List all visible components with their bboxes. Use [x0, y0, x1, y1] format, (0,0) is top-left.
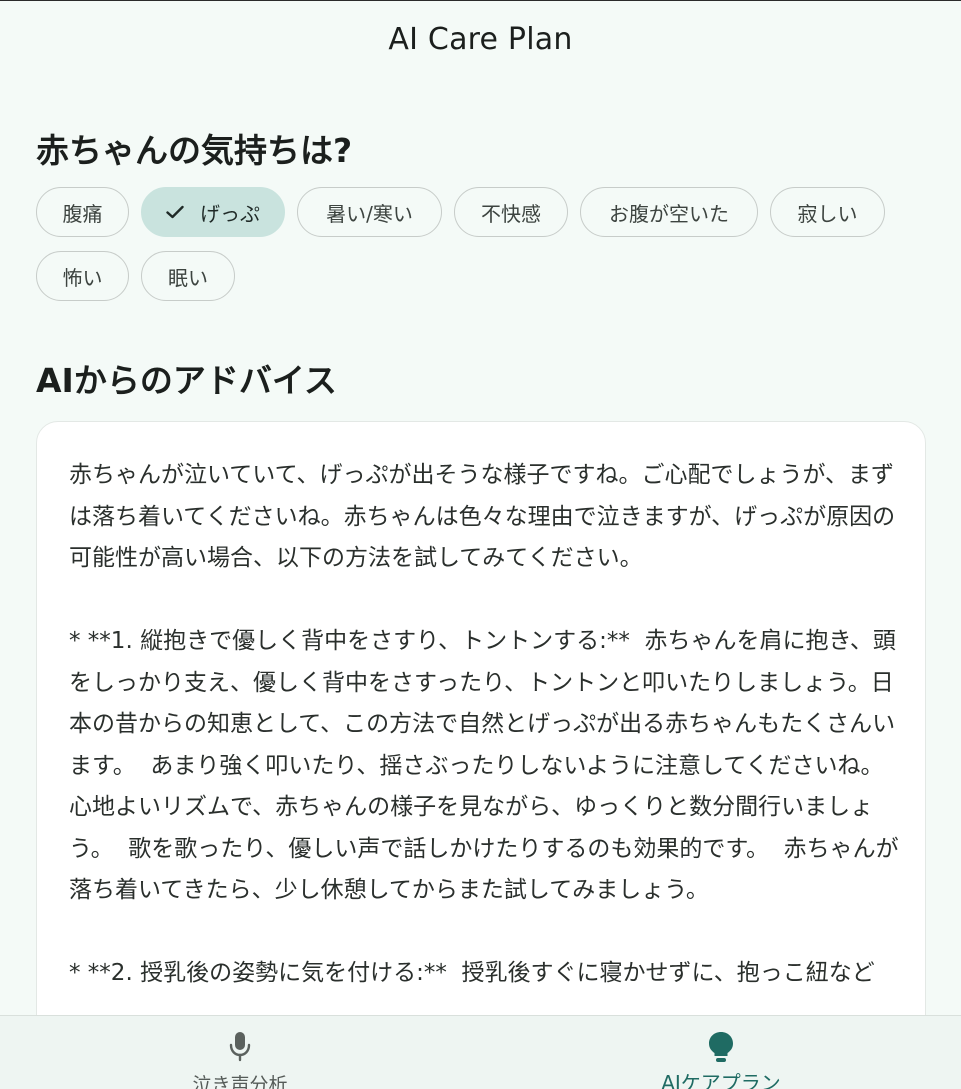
page-title: AI Care Plan	[388, 22, 573, 57]
bottom-navigation: 泣き声分析 AIケアプラン	[0, 1015, 961, 1089]
nav-label-ai-care-plan: AIケアプラン	[661, 1071, 781, 1089]
microphone-icon	[229, 1032, 251, 1062]
advice-text: 赤ちゃんが泣いていて、げっぷが出そうな様子ですね。ご心配でしょうが、まずは落ち着…	[69, 462, 899, 986]
chip-lonely[interactable]: 寂しい	[770, 187, 885, 237]
chip-discomfort[interactable]: 不快感	[454, 187, 568, 237]
chip-label: 寂しい	[797, 201, 858, 226]
chip-hot-cold[interactable]: 暑い/寒い	[297, 187, 442, 237]
chip-label: 眠い	[168, 265, 208, 290]
nav-item-ai-care-plan[interactable]: AIケアプラン	[481, 1016, 961, 1089]
chip-label: 怖い	[62, 265, 103, 290]
chip-label: 不快感	[481, 201, 541, 226]
app-root: AI Care Plan 赤ちゃんの気持ちは? 腹痛 げっぷ 暑い/寒い 不快感…	[0, 0, 961, 1089]
chip-label: 暑い/寒い	[326, 201, 413, 226]
chip-sleepy[interactable]: 眠い	[141, 251, 235, 301]
chip-stomachache[interactable]: 腹痛	[36, 187, 129, 237]
advice-card[interactable]: 赤ちゃんが泣いていて、げっぷが出そうな様子ですね。ご心配でしょうが、まずは落ち着…	[36, 421, 926, 1089]
chip-hungry[interactable]: お腹が空いた	[580, 187, 758, 237]
top-divider	[0, 0, 961, 1]
chip-scared[interactable]: 怖い	[36, 251, 129, 301]
advice-heading: AIからのアドバイス	[36, 361, 337, 400]
chip-label: げっぷ	[200, 201, 260, 226]
chip-burp[interactable]: げっぷ	[141, 187, 285, 237]
check-icon	[166, 205, 184, 219]
lightbulb-icon	[709, 1032, 733, 1062]
nav-label-cry-analysis: 泣き声分析	[192, 1074, 288, 1089]
feelings-heading: 赤ちゃんの気持ちは?	[36, 131, 353, 170]
nav-item-cry-analysis[interactable]: 泣き声分析	[0, 1016, 480, 1089]
chip-label: お腹が空いた	[609, 201, 729, 226]
chip-label: 腹痛	[62, 201, 103, 226]
